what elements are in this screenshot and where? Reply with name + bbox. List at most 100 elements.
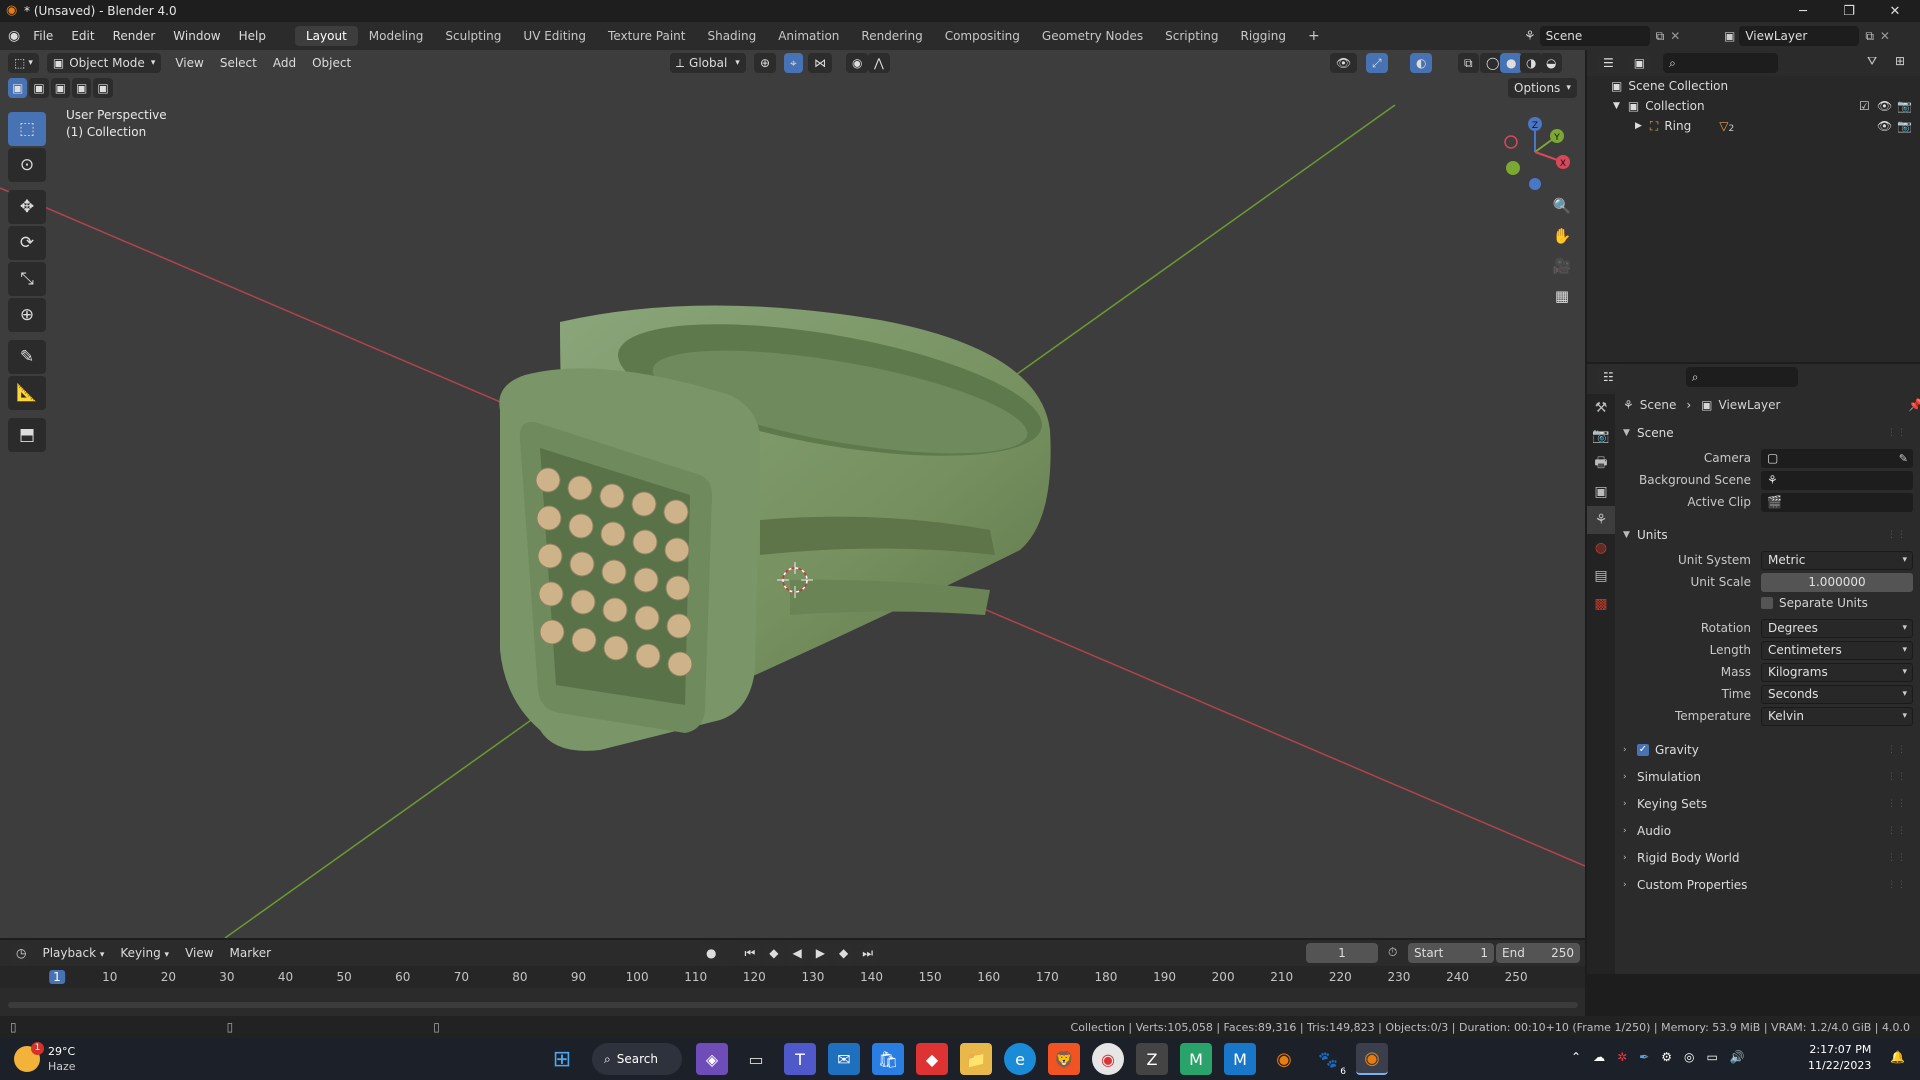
tab-geometry-nodes[interactable]: Geometry Nodes xyxy=(1031,26,1154,46)
tray-overflow-icon[interactable]: ⌃ xyxy=(1571,1050,1581,1064)
scene-field[interactable]: Scene xyxy=(1539,26,1650,46)
view-layer-tab-icon[interactable]: ▣ xyxy=(1587,478,1615,506)
tray-pen-icon[interactable]: ✒ xyxy=(1639,1050,1649,1064)
render-camera-icon[interactable]: 📷 xyxy=(1897,99,1912,113)
outliner-row-scene-collection[interactable]: ▣ Scene Collection xyxy=(1587,76,1920,96)
tab-texture-paint[interactable]: Texture Paint xyxy=(597,26,696,46)
render-tab-icon[interactable]: 📷 xyxy=(1587,422,1615,450)
maya-app-icon[interactable]: M xyxy=(1224,1043,1256,1075)
new-collection-icon[interactable]: ⊞ xyxy=(1895,54,1905,68)
menu-window[interactable]: Window xyxy=(164,22,229,50)
visibility-icon[interactable]: 👁 xyxy=(1330,53,1358,73)
task-view-icon[interactable]: ▭ xyxy=(740,1043,772,1075)
viewport-menu-add[interactable]: Add xyxy=(265,56,304,70)
tray-app-icon[interactable]: ✲ xyxy=(1617,1050,1627,1064)
tab-compositing[interactable]: Compositing xyxy=(934,26,1031,46)
background-scene-field[interactable]: ⚘ xyxy=(1761,470,1913,490)
discord-icon[interactable]: ◎ xyxy=(1684,1050,1694,1064)
view-layer-field[interactable]: ViewLayer xyxy=(1739,26,1860,46)
jump-end-icon[interactable]: ⏭ xyxy=(856,943,880,963)
simulation-panel-header[interactable]: › Simulation ⋮⋮ xyxy=(1623,766,1913,788)
tab-modeling[interactable]: Modeling xyxy=(358,26,435,46)
gizmo-toggle[interactable]: ⤢ xyxy=(1366,53,1388,73)
gravity-panel-header[interactable]: › ✓ Gravity ⋮⋮ xyxy=(1623,739,1913,761)
timeline-menu-view[interactable]: View xyxy=(177,946,221,960)
eye-icon[interactable]: 👁 xyxy=(1877,119,1892,133)
windows-start-icon[interactable]: ⊞ xyxy=(546,1043,578,1075)
store-icon[interactable]: 🛍 xyxy=(872,1043,904,1075)
texture-tab-icon[interactable]: ▩ xyxy=(1587,590,1615,618)
blender-active-icon[interactable]: ◉ xyxy=(1356,1043,1388,1075)
record-icon[interactable]: ● xyxy=(700,943,723,963)
jump-prev-keyframe-icon[interactable]: ◆ xyxy=(763,943,785,963)
tab-layout[interactable]: Layout xyxy=(294,26,358,46)
expand-chevron-icon[interactable]: ▶ xyxy=(1635,121,1642,131)
scale-tool[interactable]: ⤡ xyxy=(8,262,46,296)
pan-hand-icon[interactable]: ✋ xyxy=(1548,222,1576,250)
render-camera-icon[interactable]: 📷 xyxy=(1897,119,1912,133)
drag-handle-icon[interactable]: ⋮⋮ xyxy=(1887,880,1907,890)
xray-toggle[interactable]: ⧉ xyxy=(1458,53,1479,73)
timeline-editor-type-icon[interactable]: ◷ xyxy=(10,943,33,963)
timeline-menu-playback[interactable]: Playback ▾ xyxy=(34,946,112,960)
eye-icon[interactable]: 👁 xyxy=(1877,99,1892,113)
filter-icon[interactable]: ⛛ xyxy=(1867,54,1877,69)
stopwatch-icon[interactable]: ⏱ xyxy=(1388,945,1397,960)
outliner-editor-type-icon[interactable]: ☰ xyxy=(1597,53,1620,73)
new-view-layer-icon[interactable]: ⧉ xyxy=(1865,29,1874,44)
weather-widget[interactable]: 1 29°C Haze xyxy=(14,1042,76,1074)
blender-launcher-icon[interactable]: ◉ xyxy=(1268,1043,1300,1075)
measure-tool[interactable]: 📐 xyxy=(8,376,46,410)
keying-sets-panel-header[interactable]: › Keying Sets ⋮⋮ xyxy=(1623,793,1913,815)
properties-editor-type-icon[interactable]: ☷ xyxy=(1597,367,1620,387)
timeline-menu-marker[interactable]: Marker xyxy=(222,946,279,960)
units-panel-header[interactable]: ▼ Units ⋮⋮ xyxy=(1623,524,1913,546)
outliner-row-ring[interactable]: ▶ ⛶ Ring ▽ 2 👁 📷 xyxy=(1587,116,1920,136)
select-invert-icon[interactable]: ▣ xyxy=(72,78,92,98)
pin-icon[interactable]: 📌 xyxy=(1908,398,1920,412)
camera-view-icon[interactable]: 🎥 xyxy=(1548,252,1576,280)
drag-handle-icon[interactable]: ⋮⋮ xyxy=(1887,745,1907,755)
scene-panel-header[interactable]: ▼ Scene ⋮⋮ xyxy=(1623,422,1913,444)
end-frame-field[interactable]: End 250 xyxy=(1496,943,1580,963)
brave-browser-icon[interactable]: 🦁 xyxy=(1048,1043,1080,1075)
notification-bell-icon[interactable]: 🔔 xyxy=(1890,1050,1905,1064)
onedrive-icon[interactable]: ☁ xyxy=(1593,1050,1605,1064)
tab-sculpting[interactable]: Sculpting xyxy=(434,26,512,46)
select-subtract-icon[interactable]: ▣ xyxy=(50,78,71,98)
viewport-menu-select[interactable]: Select xyxy=(212,56,265,70)
remove-view-layer-icon[interactable]: ✕ xyxy=(1880,29,1890,43)
network-icon[interactable]: ▭ xyxy=(1706,1050,1717,1064)
maximize-button[interactable]: ❐ xyxy=(1826,0,1872,22)
select-box-tool[interactable]: ⬚ xyxy=(8,112,46,146)
mass-dropdown[interactable]: Kilograms ▾ xyxy=(1761,662,1913,682)
rhino-icon[interactable]: 🐾 6 xyxy=(1312,1043,1346,1078)
tab-animation[interactable]: Animation xyxy=(767,26,850,46)
viewport-menu-object[interactable]: Object xyxy=(304,56,359,70)
menu-help[interactable]: Help xyxy=(230,22,275,50)
remove-scene-icon[interactable]: ✕ xyxy=(1670,29,1680,43)
menu-edit[interactable]: Edit xyxy=(62,22,103,50)
unit-system-dropdown[interactable]: Metric ▾ xyxy=(1761,550,1913,570)
start-frame-field[interactable]: Start 1 xyxy=(1408,943,1494,963)
playhead[interactable]: 1 xyxy=(49,970,65,984)
options-dropdown[interactable]: Options ▾ xyxy=(1508,78,1579,98)
tab-uv-editing[interactable]: UV Editing xyxy=(512,26,597,46)
audio-panel-header[interactable]: › Audio ⋮⋮ xyxy=(1623,820,1913,842)
viewport-menu-view[interactable]: View xyxy=(167,56,211,70)
unit-scale-field[interactable]: 1.000000 xyxy=(1761,572,1913,592)
minimize-button[interactable]: ─ xyxy=(1780,0,1826,22)
timeline-scrollbar[interactable] xyxy=(8,1002,1578,1008)
zbrush-icon[interactable]: Z xyxy=(1136,1043,1168,1075)
output-tab-icon[interactable]: 🖶 xyxy=(1587,450,1615,478)
annotate-tool[interactable]: ✎ xyxy=(8,340,46,374)
collection-tab-icon[interactable]: ▤ xyxy=(1587,562,1615,590)
display-mode-icon[interactable]: ▣ xyxy=(1627,53,1652,73)
add-workspace-button[interactable]: + xyxy=(1297,25,1331,47)
clock-widget[interactable]: 2:17:07 PM 11/22/2023 xyxy=(1808,1042,1871,1074)
gravity-checkbox[interactable]: ✓ xyxy=(1637,744,1649,756)
custom-properties-panel-header[interactable]: › Custom Properties ⋮⋮ xyxy=(1623,874,1913,896)
jump-next-keyframe-icon[interactable]: ◆ xyxy=(833,943,855,963)
expand-chevron-icon[interactable]: ▼ xyxy=(1613,101,1620,111)
scene-icon[interactable]: ⚘ xyxy=(1524,29,1536,44)
